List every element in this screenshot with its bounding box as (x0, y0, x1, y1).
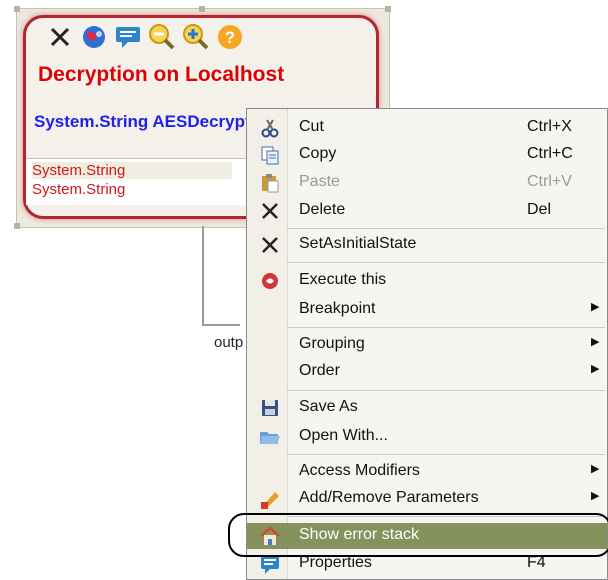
menu-item-shortcut: Ctrl+X (527, 118, 572, 135)
zoom-in-icon[interactable] (182, 23, 210, 51)
menu-item-label: Breakpoint (299, 300, 376, 317)
menu-item-set-as-initial-state[interactable]: SetAsInitialState (247, 232, 607, 258)
help-icon[interactable]: ? (216, 23, 244, 51)
svg-text:?: ? (225, 28, 235, 47)
output-label: outp (214, 334, 244, 351)
menu-item-label: SetAsInitialState (299, 235, 417, 252)
zoom-out-icon[interactable] (148, 23, 176, 51)
menu-item-save-as[interactable]: Save As (247, 395, 607, 421)
submenu-arrow-icon: ▶ (591, 362, 600, 375)
submenu-arrow-icon: ▶ (591, 489, 600, 502)
node-signature: System.String AESDecrypt (34, 112, 251, 131)
menu-item-execute-this[interactable]: Execute this (247, 268, 607, 294)
globe-icon[interactable] (80, 23, 108, 51)
menu-item-delete[interactable]: Delete Del (247, 198, 607, 224)
menu-separator (287, 390, 605, 391)
menu-item-order[interactable]: Order ▶ (247, 359, 607, 385)
menu-item-label: Paste (299, 173, 340, 190)
menu-item-add-remove-parameters[interactable]: Add/Remove Parameters ▶ (247, 486, 607, 512)
menu-item-shortcut: Ctrl+V (527, 173, 572, 190)
delete-icon (259, 200, 281, 222)
menu-separator (287, 262, 605, 263)
menu-separator (287, 454, 605, 455)
copy-icon (259, 144, 281, 166)
resize-handle[interactable] (199, 6, 205, 12)
param-item[interactable]: System.String (32, 181, 125, 198)
folder-icon (259, 426, 281, 448)
menu-item-breakpoint[interactable]: Breakpoint ▶ (247, 297, 607, 323)
paste-icon (259, 172, 281, 194)
menu-item-open-with[interactable]: Open With... (247, 424, 607, 450)
menu-item-label: Access Modifiers (299, 462, 420, 479)
edit-icon (259, 488, 281, 510)
menu-item-shortcut: Ctrl+C (527, 145, 573, 162)
execute-icon (259, 270, 281, 292)
menu-separator (287, 327, 605, 328)
comment-icon[interactable] (114, 23, 142, 51)
resize-handle[interactable] (14, 6, 20, 12)
menu-item-label: Save As (299, 398, 358, 415)
menu-item-paste[interactable]: Paste Ctrl+V (247, 170, 607, 196)
resize-handle[interactable] (385, 6, 391, 12)
node-toolbar: ? (46, 22, 244, 52)
scissors-icon (259, 117, 281, 139)
menu-item-copy[interactable]: Copy Ctrl+C (247, 142, 607, 168)
menu-item-label: Delete (299, 201, 346, 218)
context-menu: Cut Ctrl+X Copy Ctrl+C Paste Ctrl+V Dele… (246, 108, 608, 580)
param-item[interactable]: System.String (32, 162, 232, 179)
menu-item-shortcut: Del (527, 201, 552, 218)
menu-item-label: Add/Remove Parameters (299, 489, 479, 506)
connector-line (202, 226, 240, 326)
menu-item-label: Order (299, 362, 340, 379)
menu-item-label: Execute this (299, 271, 387, 288)
menu-item-access-modifiers[interactable]: Access Modifiers ▶ (247, 459, 607, 485)
menu-item-label: Copy (299, 145, 337, 162)
close-icon[interactable] (46, 23, 74, 51)
annotation-circle (228, 513, 608, 557)
x-icon (259, 234, 281, 256)
save-icon (259, 397, 281, 419)
submenu-arrow-icon: ▶ (591, 462, 600, 475)
menu-item-label: Open With... (299, 427, 388, 444)
resize-handle[interactable] (14, 223, 20, 229)
menu-item-label: Grouping (299, 335, 365, 352)
submenu-arrow-icon: ▶ (591, 300, 600, 313)
node-title: Decryption on Localhost (38, 63, 285, 86)
menu-item-cut[interactable]: Cut Ctrl+X (247, 115, 607, 141)
menu-separator (287, 228, 605, 229)
submenu-arrow-icon: ▶ (591, 335, 600, 348)
menu-item-label: Cut (299, 118, 324, 135)
menu-item-grouping[interactable]: Grouping ▶ (247, 332, 607, 358)
